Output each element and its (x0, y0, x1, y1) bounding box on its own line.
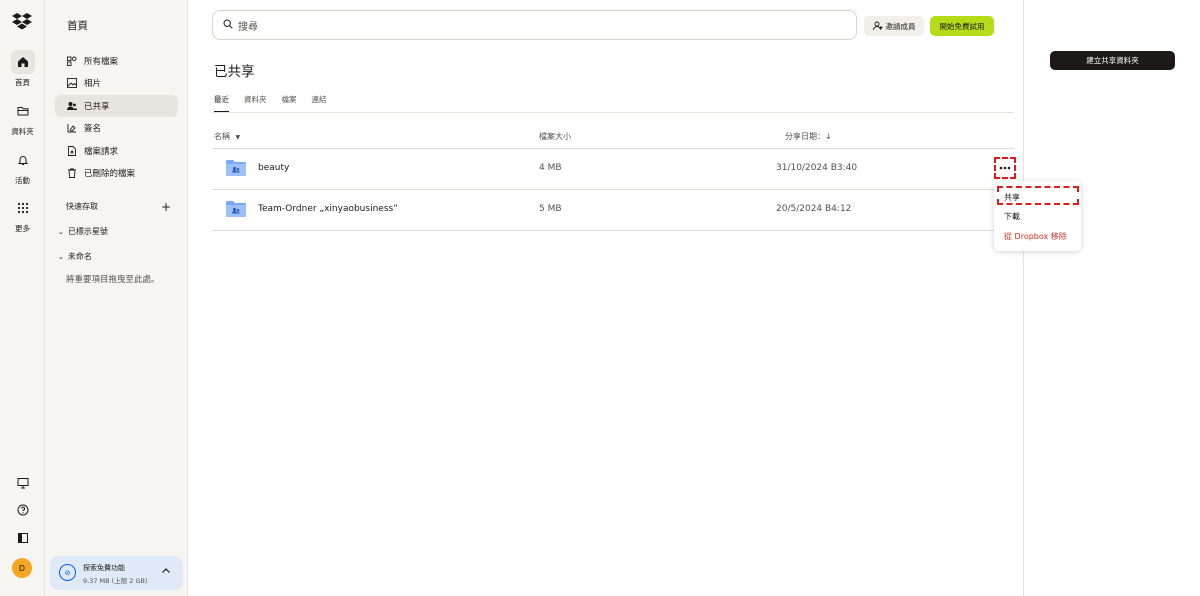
rail-item-label: 資料夾 (11, 127, 34, 136)
sidebar-toggle-icon[interactable] (0, 532, 45, 544)
storage-gauge-icon: ⊘ (59, 564, 76, 581)
file-name[interactable]: Team-Ordner „xinyaobusiness” (258, 204, 398, 214)
context-menu: 共享 下載 從 Dropbox 移除 (994, 181, 1081, 251)
storage-title: 探索免費功能 (83, 564, 125, 572)
left-rail: 首頁 資料夾 活動 更多 D (0, 0, 45, 596)
starred-section[interactable]: ⌄ 已標示星號 (58, 226, 108, 237)
tab-recent[interactable]: 最近 (214, 94, 229, 112)
more-options-button[interactable] (994, 157, 1016, 179)
quick-access-heading[interactable]: 快速存取 (66, 201, 98, 212)
tab-folders[interactable]: 資料夾 (244, 94, 267, 112)
shared-folder-icon (226, 160, 246, 176)
menu-item-download[interactable]: 下載 (1004, 211, 1020, 222)
nav-item-deleted-files[interactable]: 已刪除的檔案 (55, 162, 178, 184)
nav-item-all-files[interactable]: 所有檔案 (55, 50, 178, 72)
nav-item-label: 所有檔案 (84, 57, 119, 67)
invite-members-button[interactable]: 邀請成員 (864, 16, 924, 36)
main-content: 搜尋 邀請成員 開始免費試用 已共享 最近 資料夾 檔案 連結 名稱 ▼ 檔案大… (188, 0, 1024, 596)
column-name-label: 名稱 (214, 132, 230, 141)
search-placeholder: 搜尋 (238, 21, 258, 33)
desktop-app-icon[interactable] (0, 477, 45, 489)
chevron-down-icon: ⌄ (58, 252, 64, 261)
rail-item-label: 更多 (15, 224, 30, 233)
column-header-name[interactable]: 名稱 ▼ (214, 131, 240, 142)
grid-icon (11, 196, 35, 220)
nav-item-file-requests[interactable]: 檔案請求 (55, 140, 178, 162)
bell-icon (11, 148, 35, 172)
page-title: 已共享 (214, 64, 255, 80)
nav-item-label: 相片 (84, 79, 102, 89)
storage-widget[interactable]: ⊘ 探索免費功能 9.37 MB (上限 2 GB) (50, 556, 183, 590)
rail-item-more[interactable]: 更多 (0, 196, 45, 234)
shared-date: 31/10/2024 B3:40 (776, 163, 858, 173)
create-shared-folder-button[interactable]: 建立共享資料夾 (1050, 51, 1175, 70)
trash-icon (66, 167, 78, 179)
nav-item-label: 已共享 (84, 102, 110, 112)
shared-folder-icon (226, 201, 246, 217)
menu-item-remove[interactable]: 從 Dropbox 移除 (1004, 231, 1067, 242)
rail-item-home[interactable]: 首頁 (0, 50, 45, 88)
tab-bar: 最近 資料夾 檔案 連結 (214, 94, 342, 112)
nav-item-signatures[interactable]: 簽名 (55, 117, 178, 139)
nav-item-shared[interactable]: 已共享 (55, 95, 178, 117)
divider (212, 230, 1014, 231)
start-trial-button[interactable]: 開始免費試用 (930, 16, 994, 36)
search-input[interactable]: 搜尋 (212, 10, 857, 40)
untitled-section[interactable]: ⌄ 未命名 (58, 251, 92, 262)
caret-down-icon: ▼ (235, 134, 241, 141)
ellipsis-icon (999, 166, 1011, 170)
tab-files[interactable]: 檔案 (282, 94, 297, 112)
storage-usage: 9.37 MB (上限 2 GB) (83, 577, 148, 585)
file-size: 5 MB (539, 204, 562, 214)
untitled-label: 未命名 (67, 252, 92, 261)
files-icon (66, 55, 78, 67)
chevron-down-icon: ⌄ (58, 227, 64, 236)
avatar[interactable]: D (12, 558, 32, 578)
search-icon (223, 18, 233, 32)
secondary-nav: 首頁 所有檔案 相片 已共享 簽名 檔案請求 已刪除的檔案 快速存取 + ⌄ 已… (45, 0, 188, 596)
nav-item-label: 檔案請求 (84, 147, 119, 157)
nav-item-label: 已刪除的檔案 (84, 169, 136, 179)
divider (212, 112, 1014, 113)
nav-item-label: 簽名 (84, 124, 102, 134)
rail-item-label: 首頁 (15, 78, 30, 87)
shared-date: 20/5/2024 B4:12 (776, 204, 852, 214)
signature-icon (66, 122, 78, 134)
dropbox-logo-icon[interactable] (12, 12, 32, 30)
nav-item-photos[interactable]: 相片 (55, 72, 178, 94)
file-name[interactable]: beauty (258, 163, 289, 173)
drag-hint-text: 將重要項目拖曳至此處。 (66, 275, 160, 285)
chevron-up-icon[interactable] (161, 566, 171, 579)
add-person-icon (872, 21, 882, 31)
starred-label: 已標示星號 (67, 227, 108, 236)
help-icon[interactable] (0, 504, 45, 516)
menu-item-share[interactable]: 共享 (1004, 192, 1020, 203)
column-header-size[interactable]: 檔案大小 (539, 131, 571, 142)
home-icon (10, 50, 35, 74)
column-header-date[interactable]: 分享日期：↓ (785, 131, 832, 142)
nav-title: 首頁 (67, 20, 88, 32)
photo-icon (66, 77, 78, 89)
rail-item-label: 活動 (15, 176, 30, 185)
shared-icon (66, 100, 78, 112)
tab-links[interactable]: 連結 (312, 94, 327, 112)
divider (212, 148, 1014, 149)
folder-icon (11, 99, 35, 123)
file-request-icon (66, 145, 78, 157)
file-size: 4 MB (539, 163, 562, 173)
rail-item-activity[interactable]: 活動 (0, 148, 45, 186)
divider (212, 189, 1014, 190)
rail-item-folders[interactable]: 資料夾 (0, 99, 45, 137)
invite-label: 邀請成員 (885, 21, 916, 31)
add-quick-access-button[interactable]: + (161, 200, 171, 214)
